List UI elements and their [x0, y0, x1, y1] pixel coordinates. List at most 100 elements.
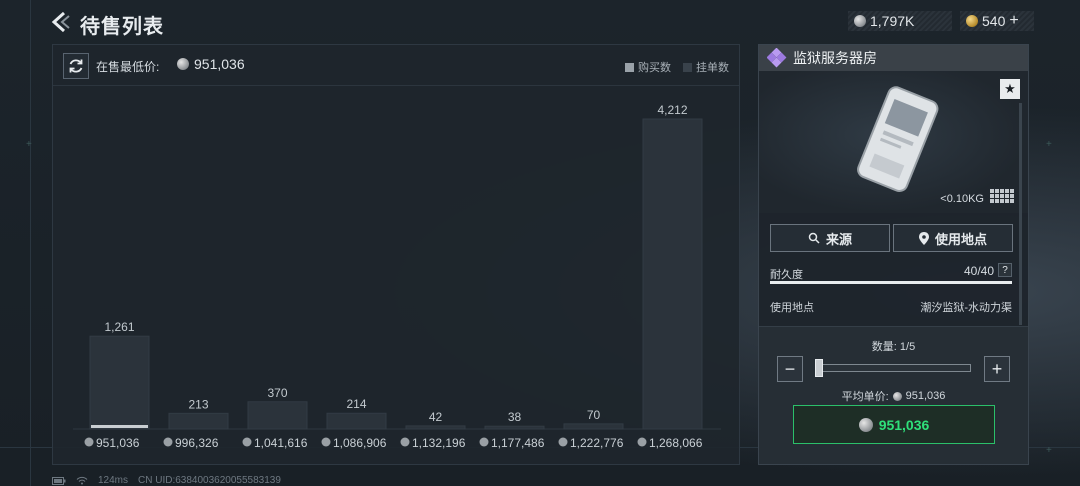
- favorite-button[interactable]: ★: [1000, 79, 1020, 99]
- purchase-area: 数量: 1/5 − + 平均单价: 951,036 951,036: [759, 327, 1028, 464]
- silver-coin-icon: [177, 58, 189, 70]
- gold-amount: 540: [982, 13, 1006, 29]
- price-tick-label: 1,041,616: [254, 436, 308, 450]
- bar-value-label: 70: [587, 408, 601, 422]
- use-location-label: 使用地点: [770, 302, 814, 314]
- source-button-label: 来源: [825, 231, 852, 247]
- price-tick-label: 951,036: [96, 436, 140, 450]
- legend-buy: 购买数: [625, 59, 671, 75]
- listing-bar[interactable]: [247, 401, 308, 430]
- legend-list-swatch: [683, 62, 692, 72]
- item-weight: <0.10KG: [940, 193, 984, 205]
- item-image-area: ★ <0.10KG: [759, 71, 1028, 213]
- page-title: 待售列表: [80, 16, 164, 38]
- add-gold-button[interactable]: +: [1009, 12, 1018, 30]
- listing-bar[interactable]: [484, 425, 545, 430]
- help-icon[interactable]: ?: [998, 263, 1012, 277]
- legend-buy-swatch: [625, 62, 634, 72]
- silver-coin-icon: [637, 437, 647, 447]
- silver-coin-icon: [163, 437, 173, 447]
- buy-total: 951,036: [878, 416, 930, 433]
- price-tick-label: 1,132,196: [412, 436, 466, 450]
- item-detail-panel: 监狱服务器房 ★ <0.10KG 来源 使用地点 耐久度 40/40 ? 使用地…: [758, 44, 1029, 465]
- item-header: 监狱服务器房: [759, 45, 1028, 71]
- durability-bar-fill: [770, 281, 1012, 284]
- average-price-value: 951,036: [905, 390, 946, 402]
- legend-list-label: 挂单数: [696, 62, 729, 74]
- listing-bar[interactable]: [405, 425, 466, 430]
- keycard-image: [857, 86, 939, 192]
- gold-coin-icon: [966, 15, 978, 27]
- listing-bar[interactable]: [168, 412, 229, 430]
- silver-currency: 1,797K: [848, 11, 952, 31]
- listing-bar[interactable]: [89, 335, 150, 430]
- bar-value-label: 370: [267, 386, 287, 400]
- increase-quantity-button[interactable]: +: [984, 356, 1010, 382]
- use-location-value: 潮汐监狱-水动力渠: [920, 302, 1012, 314]
- lowest-price-value: 951,036: [194, 56, 245, 72]
- detail-scrollbar[interactable]: [1019, 103, 1022, 325]
- search-icon: [808, 232, 820, 244]
- lowest-price-label: 在售最低价:: [96, 60, 160, 74]
- silver-coin-icon: [400, 437, 410, 447]
- average-price: 平均单价: 951,036: [759, 388, 1028, 404]
- buy-button[interactable]: 951,036: [793, 405, 995, 444]
- quantity-label: 数量: 1/5: [871, 341, 916, 353]
- bar-value-label: 38: [508, 410, 522, 424]
- quantity-slider[interactable]: [815, 364, 971, 372]
- price-tick-label: 1,268,066: [649, 436, 703, 450]
- durability-bar: [770, 281, 1012, 284]
- plus-mark: +: [1046, 139, 1052, 150]
- rarity-diamond-icon: [767, 48, 787, 68]
- bar-value-label: 42: [429, 410, 443, 424]
- refresh-icon: [69, 59, 83, 73]
- price-tick-label: 1,222,776: [570, 436, 624, 450]
- listing-bar[interactable]: [326, 412, 387, 430]
- silver-coin-icon: [558, 437, 568, 447]
- refresh-button[interactable]: [63, 53, 89, 79]
- bar-value-label: 1,261: [104, 320, 134, 334]
- silver-coin-icon: [84, 437, 94, 447]
- average-price-label: 平均单价:: [841, 391, 889, 403]
- battery-icon: [52, 476, 66, 485]
- status-footer: 124ms CN UID:6384003620055583139: [52, 475, 281, 486]
- bg-line: [30, 0, 31, 486]
- legend-buy-label: 购买数: [638, 62, 671, 74]
- listing-bar[interactable]: [563, 423, 624, 430]
- quantity-slider-thumb[interactable]: [815, 359, 823, 377]
- silver-coin-icon: [479, 437, 489, 447]
- location-pin-icon: [918, 231, 929, 245]
- decrease-quantity-button[interactable]: −: [777, 356, 803, 382]
- use-location-button[interactable]: 使用地点: [893, 224, 1013, 252]
- buy-bar: [91, 425, 148, 428]
- back-arrow-icon[interactable]: [50, 11, 70, 33]
- chart-legend: 购买数 挂单数: [625, 59, 729, 75]
- price-tick-label: 1,177,486: [491, 436, 545, 450]
- gold-currency[interactable]: 540 +: [960, 11, 1034, 31]
- price-distribution-chart: 1,261 951,036 213 996,326 370 1,041,616 214 1,0…: [73, 103, 721, 450]
- price-tick-label: 996,326: [175, 436, 219, 450]
- user-uid: CN UID:6384003620055583139: [138, 475, 281, 486]
- silver-coin-icon: [854, 15, 866, 27]
- inventory-size-grid-icon: [990, 189, 1014, 203]
- silver-coin-icon: [321, 437, 331, 447]
- wifi-icon: [76, 476, 88, 485]
- source-button[interactable]: 来源: [770, 224, 890, 252]
- listing-bar[interactable]: [642, 118, 703, 430]
- plus-mark: +: [26, 139, 32, 150]
- bar-value-label: 4,212: [657, 103, 687, 117]
- price-tick-label: 1,086,906: [333, 436, 387, 450]
- legend-list: 挂单数: [683, 59, 729, 75]
- lowest-price: 951,036: [177, 56, 245, 72]
- silver-amount: 1,797K: [870, 13, 915, 29]
- listing-header: 在售最低价: 951,036 购买数 挂单数: [53, 45, 739, 86]
- silver-coin-icon: [892, 391, 902, 401]
- ping-value: 124ms: [98, 475, 129, 486]
- use-location-button-label: 使用地点: [934, 231, 987, 247]
- bar-value-label: 214: [346, 397, 366, 411]
- durability-label: 耐久度: [770, 269, 803, 281]
- bar-value-label: 213: [188, 397, 208, 411]
- silver-coin-icon: [242, 437, 252, 447]
- listing-panel: 在售最低价: 951,036 购买数 挂单数 1,261 951,036 213 99…: [52, 44, 740, 465]
- plus-mark: +: [1046, 445, 1052, 456]
